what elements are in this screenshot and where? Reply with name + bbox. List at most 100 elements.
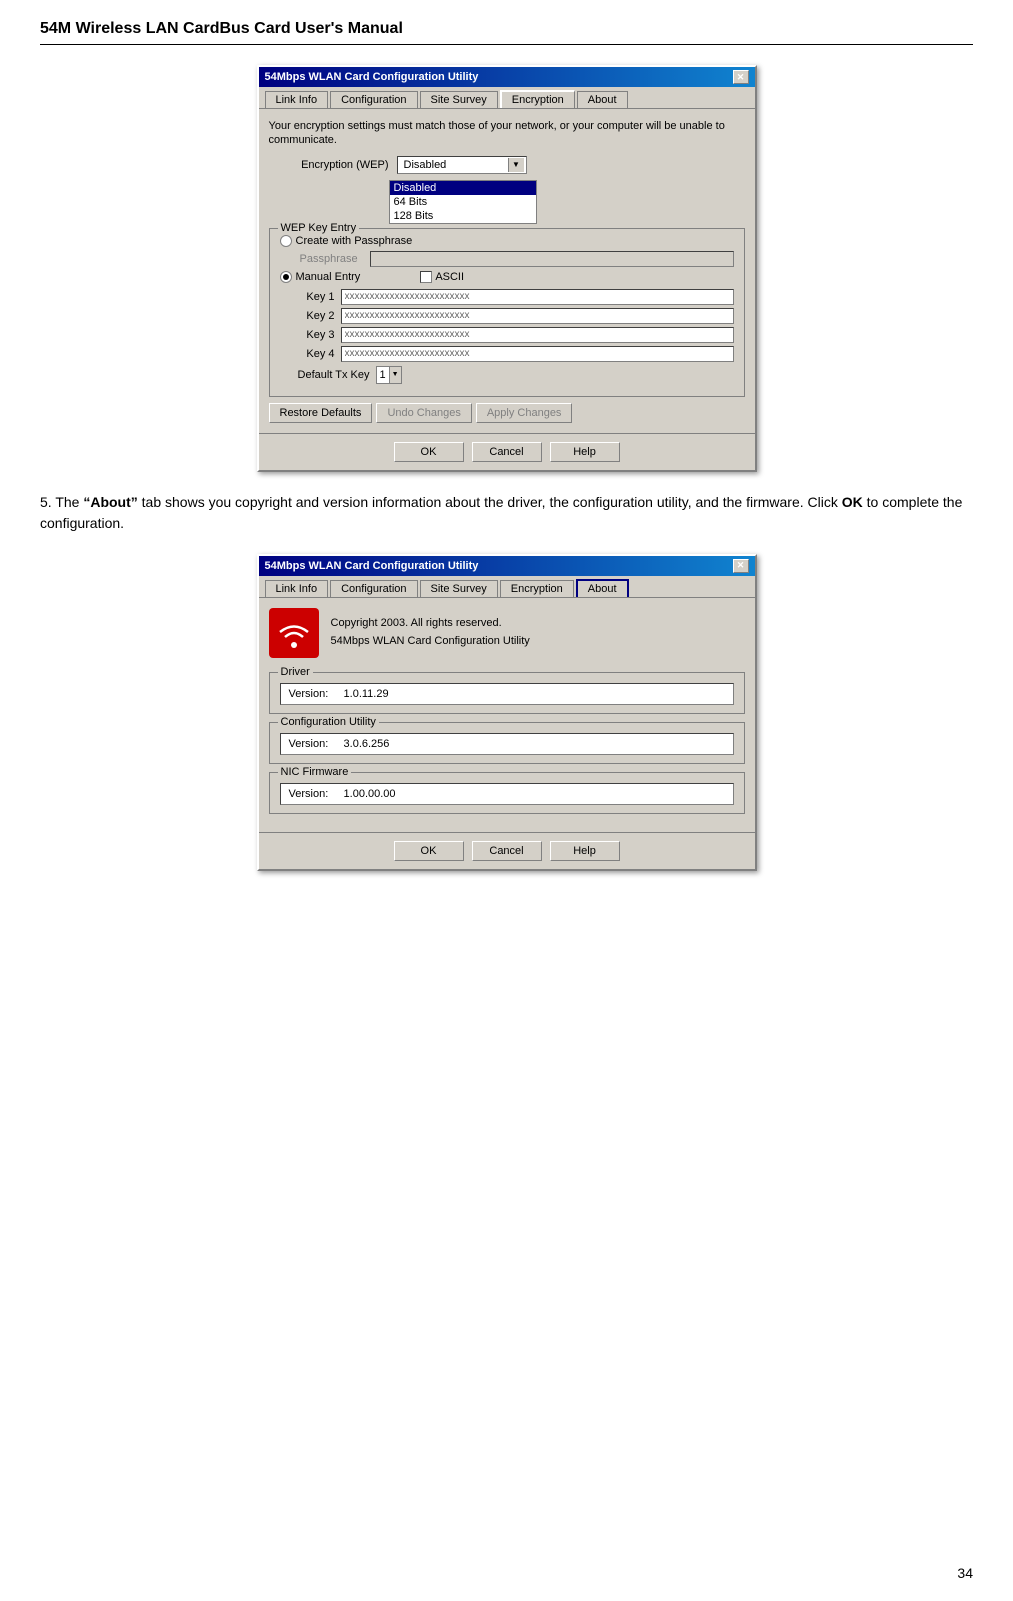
dialog2-ok-button[interactable]: OK — [394, 841, 464, 861]
tab-configuration[interactable]: Configuration — [330, 91, 417, 108]
nic-group-title: NIC Firmware — [278, 766, 352, 778]
dialog2-bottom-buttons: OK Cancel Help — [259, 832, 755, 869]
dropdown-option-128bits[interactable]: 128 Bits — [390, 209, 536, 223]
encryption-wep-value: Disabled — [400, 159, 451, 171]
driver-group-title: Driver — [278, 666, 313, 678]
tab2-configuration[interactable]: Configuration — [330, 580, 417, 597]
key3-input[interactable] — [341, 327, 734, 343]
tab2-link-info[interactable]: Link Info — [265, 580, 329, 597]
section5-middle: tab shows you copyright and version info… — [138, 494, 842, 510]
wep-key-entry-group: WEP Key Entry Create with Passphrase Pas… — [269, 228, 745, 397]
dialog1-bottom-buttons: OK Cancel Help — [259, 433, 755, 470]
wep-group-title: WEP Key Entry — [278, 222, 360, 234]
dialog1-close-button[interactable]: ✕ — [733, 70, 749, 84]
dialog1-help-button[interactable]: Help — [550, 442, 620, 462]
passphrase-label: Passphrase — [300, 253, 370, 265]
tab-link-info[interactable]: Link Info — [265, 91, 329, 108]
dialog1-title: 54Mbps WLAN Card Configuration Utility — [265, 71, 479, 83]
dialog1-cancel-button[interactable]: Cancel — [472, 442, 542, 462]
about-dialog: 54Mbps WLAN Card Configuration Utility ✕… — [257, 554, 757, 871]
encryption-notice: Your encryption settings must match thos… — [269, 119, 745, 148]
page-title: 54M Wireless LAN CardBus Card User's Man… — [40, 20, 973, 45]
driver-version-group: Driver Version: 1.0.11.29 — [269, 672, 745, 714]
dialog1-content: Your encryption settings must match thos… — [259, 108, 755, 433]
dialog2-cancel-button[interactable]: Cancel — [472, 841, 542, 861]
ascii-check: ASCII — [420, 271, 464, 283]
section5-prefix: 5. The — [40, 494, 83, 510]
tab-site-survey[interactable]: Site Survey — [420, 91, 498, 108]
key1-row: Key 1 — [280, 289, 734, 305]
encryption-wep-select[interactable]: Disabled ▼ — [397, 156, 527, 174]
key2-label: Key 2 — [280, 310, 335, 322]
encryption-wep-label: Encryption (WEP) — [269, 159, 389, 171]
about-header-text: Copyright 2003. All rights reserved. 54M… — [331, 615, 530, 650]
config-version-box: Version: 3.0.6.256 — [280, 733, 734, 755]
dialog2-help-button[interactable]: Help — [550, 841, 620, 861]
action-buttons: Restore Defaults Undo Changes Apply Chan… — [269, 403, 745, 423]
create-passphrase-row: Create with Passphrase — [280, 235, 734, 247]
default-tx-label: Default Tx Key — [280, 369, 370, 381]
encryption-dialog-wrapper: 54Mbps WLAN Card Configuration Utility ✕… — [40, 65, 973, 472]
section5-ok-bold: OK — [842, 494, 863, 510]
manual-entry-radio[interactable] — [280, 271, 292, 283]
manual-entry-row: Manual Entry ASCII — [280, 271, 734, 283]
dropdown-option-64bits[interactable]: 64 Bits — [390, 195, 536, 209]
restore-defaults-button[interactable]: Restore Defaults — [269, 403, 373, 423]
apply-changes-button[interactable]: Apply Changes — [476, 403, 573, 423]
ascii-label: ASCII — [435, 271, 464, 283]
nic-version-group: NIC Firmware Version: 1.00.00.00 — [269, 772, 745, 814]
config-version-group: Configuration Utility Version: 3.0.6.256 — [269, 722, 745, 764]
dialog2-titlebar: 54Mbps WLAN Card Configuration Utility ✕ — [259, 556, 755, 576]
tab-encryption[interactable]: Encryption — [500, 90, 575, 108]
copyright-line2: 54Mbps WLAN Card Configuration Utility — [331, 633, 530, 651]
dialog2-close-button[interactable]: ✕ — [733, 559, 749, 573]
config-version-label: Version: — [289, 738, 329, 750]
key3-label: Key 3 — [280, 329, 335, 341]
key1-label: Key 1 — [280, 291, 335, 303]
key4-label: Key 4 — [280, 348, 335, 360]
create-passphrase-label: Create with Passphrase — [296, 235, 413, 247]
about-logo — [269, 608, 319, 658]
key2-input[interactable] — [341, 308, 734, 324]
dialog1-ok-button[interactable]: OK — [394, 442, 464, 462]
encryption-wep-row: Encryption (WEP) Disabled ▼ — [269, 156, 745, 174]
default-tx-row: Default Tx Key 1 ▼ — [280, 366, 734, 384]
tab-about[interactable]: About — [577, 91, 628, 108]
driver-version-box: Version: 1.0.11.29 — [280, 683, 734, 705]
about-header: Copyright 2003. All rights reserved. 54M… — [269, 608, 745, 658]
key1-input[interactable] — [341, 289, 734, 305]
ascii-checkbox[interactable] — [420, 271, 432, 283]
create-passphrase-radio[interactable] — [280, 235, 292, 247]
undo-changes-button[interactable]: Undo Changes — [376, 403, 471, 423]
driver-version-label: Version: — [289, 688, 329, 700]
default-tx-arrow[interactable]: ▼ — [389, 367, 401, 383]
key4-input[interactable] — [341, 346, 734, 362]
copyright-line1: Copyright 2003. All rights reserved. — [331, 615, 530, 633]
tab2-site-survey[interactable]: Site Survey — [420, 580, 498, 597]
dialog1-titlebar: 54Mbps WLAN Card Configuration Utility ✕ — [259, 67, 755, 87]
manual-entry-label: Manual Entry — [296, 271, 361, 283]
passphrase-row: Passphrase — [280, 251, 734, 267]
default-tx-select[interactable]: 1 ▼ — [376, 366, 402, 384]
key4-row: Key 4 — [280, 346, 734, 362]
wifi-logo-icon — [274, 613, 314, 653]
passphrase-input[interactable] — [370, 251, 734, 267]
encryption-wep-arrow[interactable]: ▼ — [508, 158, 524, 172]
encryption-dropdown-list: Disabled 64 Bits 128 Bits — [389, 180, 537, 224]
default-tx-value: 1 — [377, 369, 389, 381]
nic-version-value: 1.00.00.00 — [344, 788, 396, 800]
dropdown-option-disabled[interactable]: Disabled — [390, 181, 536, 195]
section5-about-bold: “About” — [83, 494, 137, 510]
encryption-dialog: 54Mbps WLAN Card Configuration Utility ✕… — [257, 65, 757, 472]
tab2-encryption[interactable]: Encryption — [500, 580, 574, 597]
tab2-about[interactable]: About — [576, 579, 629, 597]
nic-version-box: Version: 1.00.00.00 — [280, 783, 734, 805]
nic-version-label: Version: — [289, 788, 329, 800]
section5-text: 5. The “About” tab shows you copyright a… — [40, 492, 973, 534]
dialog1-tabs: Link Info Configuration Site Survey Encr… — [259, 87, 755, 108]
config-group-title: Configuration Utility — [278, 716, 379, 728]
key2-row: Key 2 — [280, 308, 734, 324]
driver-version-value: 1.0.11.29 — [344, 688, 389, 700]
key3-row: Key 3 — [280, 327, 734, 343]
dialog2-content: Copyright 2003. All rights reserved. 54M… — [259, 597, 755, 832]
